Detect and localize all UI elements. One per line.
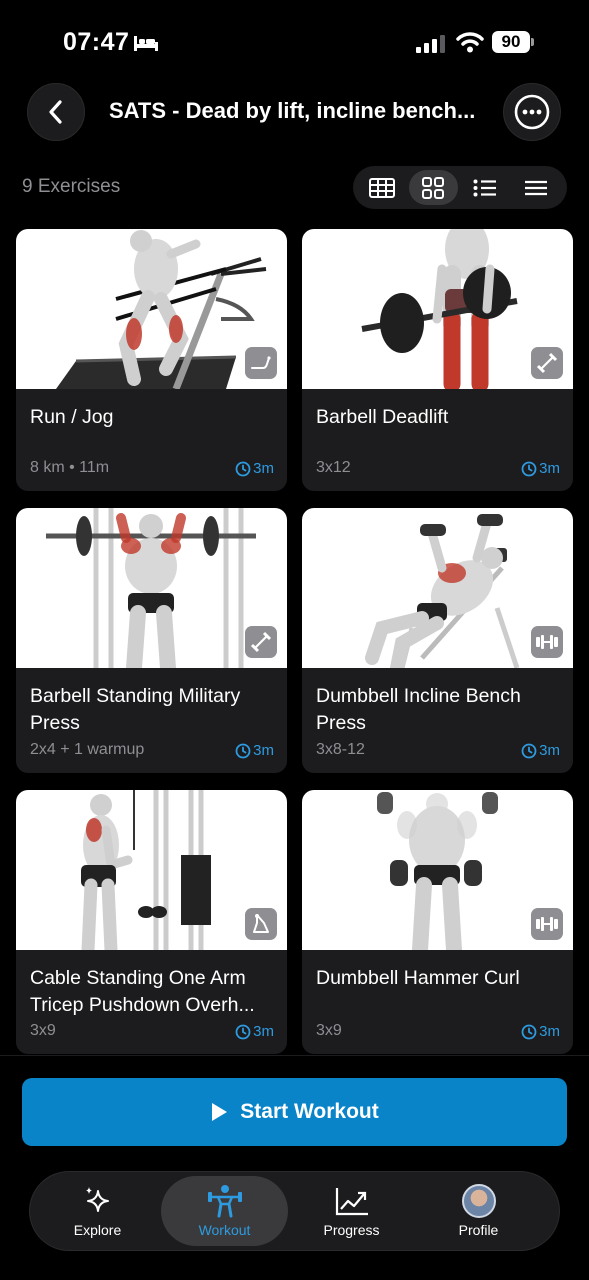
tab-workout[interactable]: Workout (161, 1176, 288, 1246)
start-workout-button[interactable]: Start Workout (22, 1078, 567, 1146)
exercise-illustration (16, 508, 287, 668)
duration-value: 3m (539, 1023, 560, 1040)
treadmill-icon (245, 347, 277, 379)
clock-icon (235, 743, 251, 758)
sleep-focus-icon (134, 36, 158, 51)
cable-icon (245, 908, 277, 940)
tab-bar: Explore Workout Progress Profile (29, 1171, 560, 1251)
status-time: 07:47 (63, 28, 130, 56)
view-mode-toggle (353, 166, 567, 209)
list-icon (473, 179, 496, 196)
dumbbell-icon (531, 626, 563, 658)
tab-profile[interactable]: Profile (415, 1176, 542, 1246)
exercise-name: Dumbbell Hammer Curl (316, 967, 520, 989)
exercise-detail: 3x9 (30, 1022, 56, 1039)
tab-label: Progress (323, 1222, 380, 1238)
exercise-count: 9 Exercises (22, 176, 121, 197)
exercise-card[interactable]: Run / Jog 8 km • 11m 3m (16, 229, 287, 491)
exercise-duration: 3m (521, 460, 560, 477)
exercise-illustration (302, 229, 573, 389)
status-bar: 07:47 90 (0, 0, 589, 80)
sparkles-icon (85, 1187, 109, 1212)
duration-value: 3m (253, 1023, 274, 1040)
battery-tip (531, 38, 534, 46)
exercise-detail: 3x9 (316, 1022, 342, 1039)
barbell-icon (531, 347, 563, 379)
barbell-icon (245, 626, 277, 658)
exercise-illustration (16, 790, 287, 950)
grid-icon (422, 176, 445, 199)
clock-icon (235, 461, 251, 476)
exercise-illustration (302, 508, 573, 668)
duration-value: 3m (253, 742, 274, 759)
more-options-button[interactable] (503, 83, 561, 141)
clock-icon (521, 743, 537, 758)
exercise-card[interactable]: Dumbbell Hammer Curl 3x9 3m (302, 790, 573, 1054)
ellipsis-circle-icon (514, 94, 550, 130)
duration-value: 3m (253, 460, 274, 477)
menu-lines-icon (525, 180, 548, 195)
duration-value: 3m (539, 460, 560, 477)
view-table-option[interactable] (357, 170, 407, 205)
avatar (461, 1184, 496, 1218)
view-grid-option[interactable] (408, 170, 458, 205)
battery-level: 90 (492, 31, 530, 53)
tab-label: Profile (458, 1222, 499, 1238)
exercise-name: Run / Jog (30, 406, 114, 428)
exercise-card[interactable]: Dumbbell Incline Bench Press 3x8-12 3m (302, 508, 573, 773)
exercise-name: Cable Standing One Arm Tricep Pushdown O… (30, 967, 255, 1016)
play-icon (212, 1103, 228, 1121)
exercise-card[interactable]: Barbell Deadlift 3x12 3m (302, 229, 573, 491)
exercise-name: Dumbbell Incline Bench Press (316, 685, 521, 734)
exercise-duration: 3m (235, 460, 274, 477)
exercise-detail: 3x12 (316, 459, 351, 476)
tab-explore[interactable]: Explore (34, 1176, 161, 1246)
tab-label: Explore (73, 1222, 122, 1238)
clock-icon (235, 1024, 251, 1039)
exercise-name: Barbell Standing Military Press (30, 685, 241, 734)
exercise-card[interactable]: Barbell Standing Military Press 2x4 + 1 … (16, 508, 287, 773)
wifi-icon (456, 32, 484, 53)
view-compact-option[interactable] (512, 170, 562, 205)
exercise-detail: 2x4 + 1 warmup (30, 741, 145, 758)
exercise-detail: 8 km • 11m (30, 459, 110, 476)
battery-indicator: 90 (492, 31, 534, 53)
exercise-illustration (302, 790, 573, 950)
exercise-duration: 3m (521, 1023, 560, 1040)
exercise-illustration (16, 229, 287, 389)
page-title: SATS - Dead by lift, incline bench... (109, 98, 476, 123)
tab-label: Workout (198, 1222, 251, 1238)
exercise-duration: 3m (235, 1023, 274, 1040)
view-list-option[interactable] (460, 170, 510, 205)
exercise-duration: 3m (235, 742, 274, 759)
back-button[interactable] (27, 83, 85, 141)
exercise-detail: 3x8-12 (316, 741, 365, 758)
chart-icon (335, 1188, 368, 1216)
cellular-signal-icon (416, 35, 445, 53)
chevron-left-icon (49, 100, 62, 124)
duration-value: 3m (539, 742, 560, 759)
exercise-name: Barbell Deadlift (316, 406, 449, 428)
table-icon (368, 177, 395, 198)
clock-icon (521, 461, 537, 476)
exercise-duration: 3m (521, 742, 560, 759)
divider (0, 1055, 589, 1056)
exercise-card[interactable]: Cable Standing One Arm Tricep Pushdown O… (16, 790, 287, 1054)
dumbbell-icon (531, 908, 563, 940)
clock-icon (521, 1024, 537, 1039)
start-workout-label: Start Workout (240, 1100, 379, 1123)
lifter-icon (207, 1185, 242, 1218)
tab-progress[interactable]: Progress (288, 1176, 415, 1246)
